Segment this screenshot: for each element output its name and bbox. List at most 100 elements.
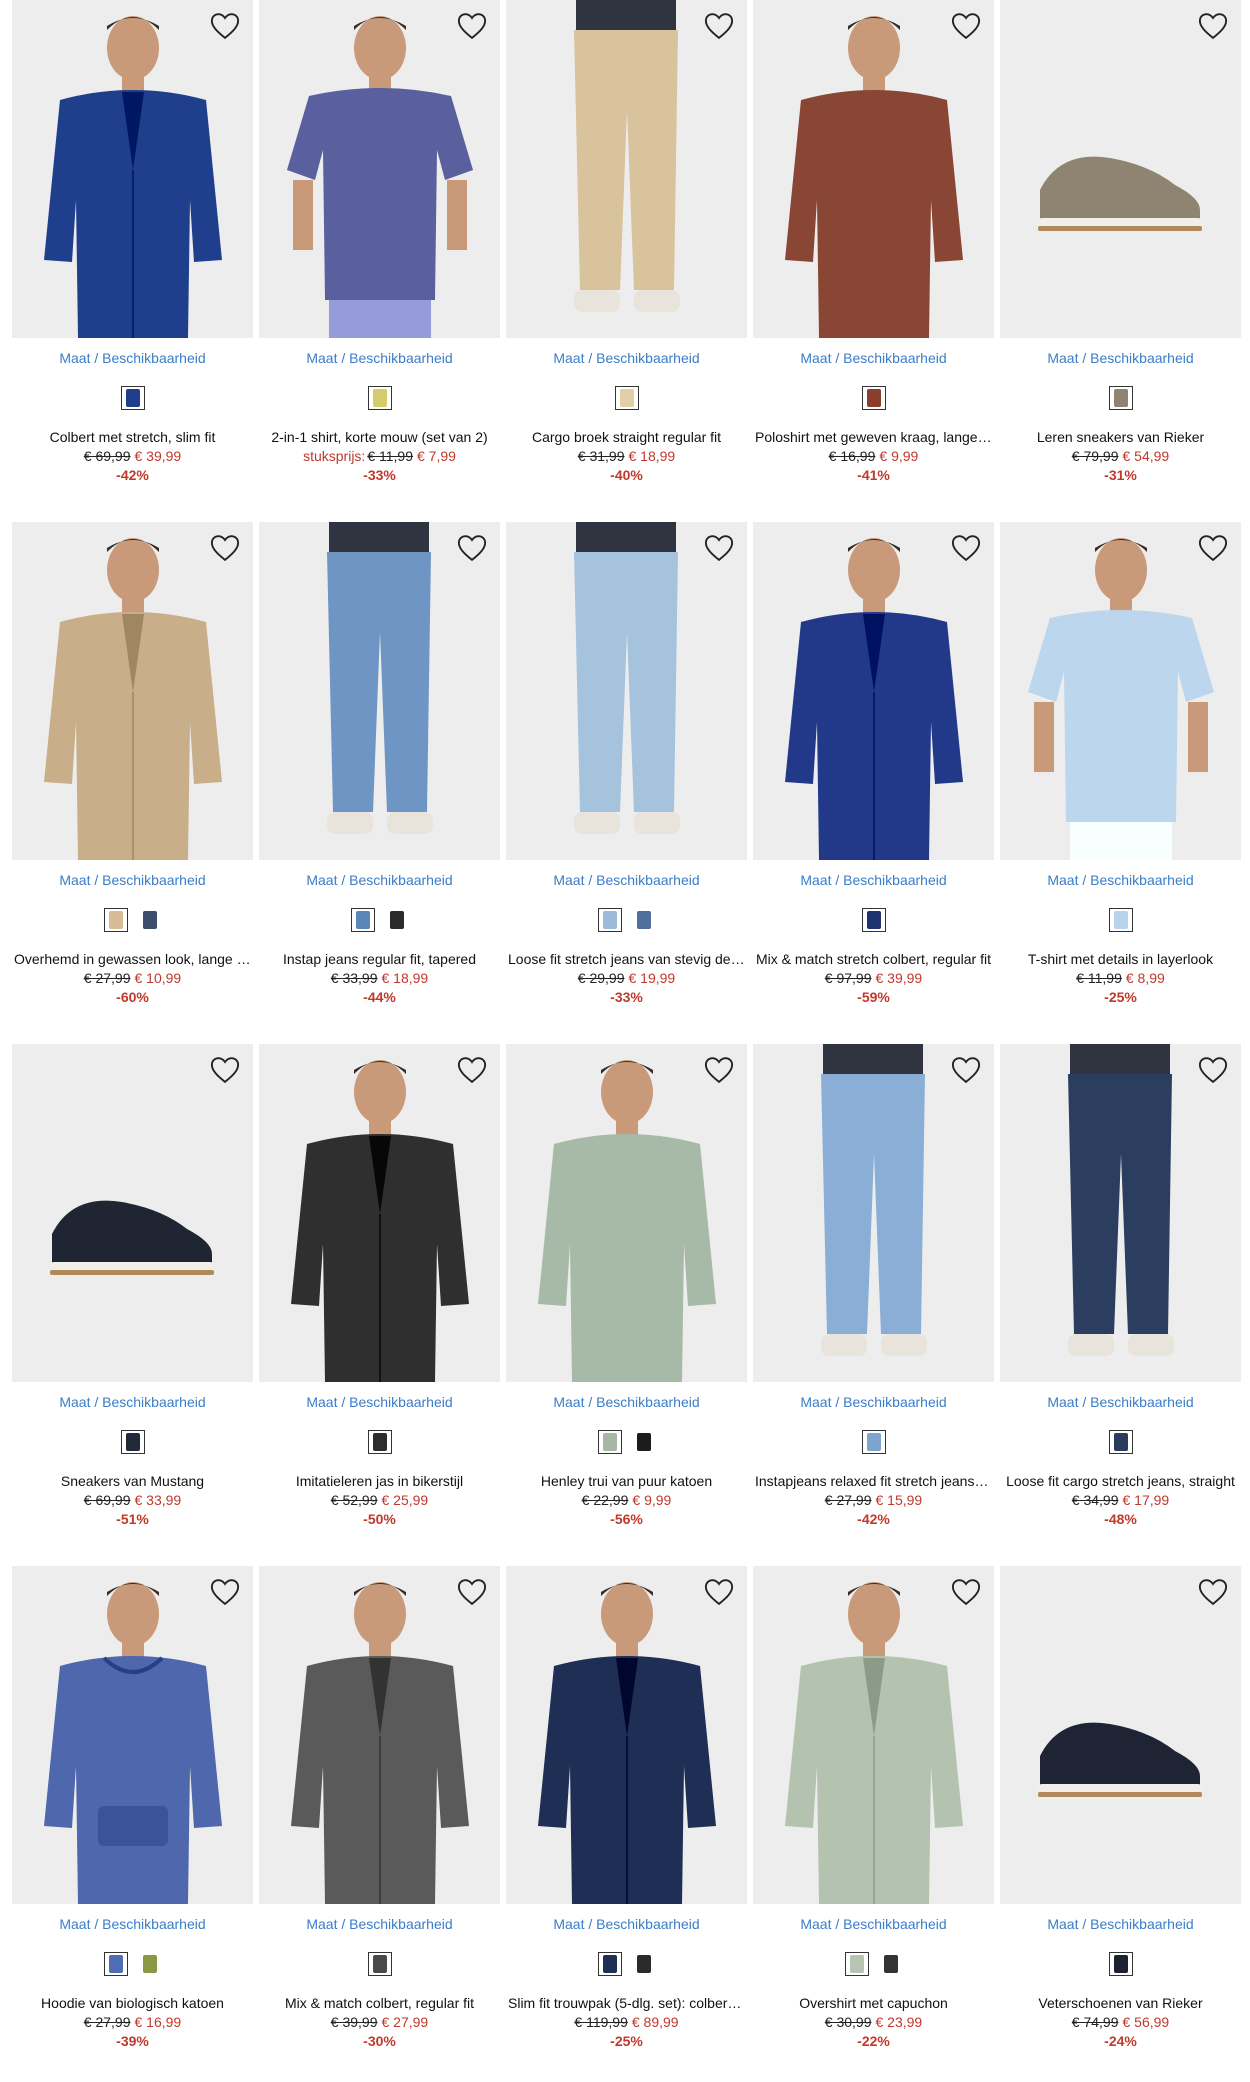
- product-title[interactable]: Colbert met stretch, slim fit: [12, 428, 253, 447]
- color-swatch[interactable]: [138, 908, 162, 932]
- size-availability-link[interactable]: Maat / Beschikbaarheid: [1000, 1394, 1241, 1412]
- product-image[interactable]: [1000, 1044, 1241, 1382]
- product-card-9[interactable]: Maat / Beschikbaarheid Mix & match stret…: [753, 522, 994, 1032]
- product-title[interactable]: Instapjeans relaxed fit stretch jeans, t…: [753, 1472, 994, 1491]
- product-card-19[interactable]: Maat / Beschikbaarheid Overshirt met cap…: [753, 1566, 994, 2076]
- product-card-14[interactable]: Maat / Beschikbaarheid Instapjeans relax…: [753, 1044, 994, 1554]
- product-card-5[interactable]: Maat / Beschikbaarheid Leren sneakers va…: [1000, 0, 1241, 510]
- wishlist-heart-icon[interactable]: [1197, 1054, 1229, 1086]
- color-swatch[interactable]: [844, 1952, 869, 1976]
- product-title[interactable]: Henley trui van puur katoen: [506, 1472, 747, 1491]
- color-swatch[interactable]: [597, 908, 622, 932]
- size-availability-link[interactable]: Maat / Beschikbaarheid: [506, 1394, 747, 1412]
- wishlist-heart-icon[interactable]: [703, 1576, 735, 1608]
- product-image[interactable]: [1000, 0, 1241, 338]
- color-swatch[interactable]: [632, 1952, 656, 1976]
- wishlist-heart-icon[interactable]: [950, 1054, 982, 1086]
- product-title[interactable]: Loose fit cargo stretch jeans, straight: [1000, 1472, 1241, 1491]
- size-availability-link[interactable]: Maat / Beschikbaarheid: [259, 872, 500, 890]
- color-swatch[interactable]: [632, 1430, 656, 1454]
- wishlist-heart-icon[interactable]: [950, 1576, 982, 1608]
- product-title[interactable]: Sneakers van Mustang: [12, 1472, 253, 1491]
- size-availability-link[interactable]: Maat / Beschikbaarheid: [753, 350, 994, 368]
- product-card-18[interactable]: Maat / Beschikbaarheid Slim fit trouwpak…: [506, 1566, 747, 2076]
- color-swatch[interactable]: [367, 386, 392, 410]
- product-title[interactable]: Mix & match stretch colbert, regular fit: [753, 950, 994, 969]
- product-card-11[interactable]: Maat / Beschikbaarheid Sneakers van Must…: [12, 1044, 253, 1554]
- product-image[interactable]: [259, 522, 500, 860]
- wishlist-heart-icon[interactable]: [950, 532, 982, 564]
- size-availability-link[interactable]: Maat / Beschikbaarheid: [506, 1916, 747, 1934]
- product-title[interactable]: 2-in-1 shirt, korte mouw (set van 2): [259, 428, 500, 447]
- product-card-8[interactable]: Maat / Beschikbaarheid Loose fit stretch…: [506, 522, 747, 1032]
- wishlist-heart-icon[interactable]: [456, 1576, 488, 1608]
- wishlist-heart-icon[interactable]: [209, 1054, 241, 1086]
- product-title[interactable]: Leren sneakers van Rieker: [1000, 428, 1241, 447]
- product-card-17[interactable]: Maat / Beschikbaarheid Mix & match colbe…: [259, 1566, 500, 2076]
- product-image[interactable]: [753, 0, 994, 338]
- size-availability-link[interactable]: Maat / Beschikbaarheid: [259, 1916, 500, 1934]
- product-image[interactable]: [259, 0, 500, 338]
- product-card-3[interactable]: Maat / Beschikbaarheid Cargo broek strai…: [506, 0, 747, 510]
- wishlist-heart-icon[interactable]: [209, 10, 241, 42]
- size-availability-link[interactable]: Maat / Beschikbaarheid: [12, 872, 253, 890]
- wishlist-heart-icon[interactable]: [1197, 1576, 1229, 1608]
- product-image[interactable]: [12, 522, 253, 860]
- product-image[interactable]: [12, 0, 253, 338]
- product-image[interactable]: [506, 0, 747, 338]
- product-title[interactable]: Mix & match colbert, regular fit: [259, 1994, 500, 2013]
- wishlist-heart-icon[interactable]: [456, 10, 488, 42]
- wishlist-heart-icon[interactable]: [703, 10, 735, 42]
- color-swatch[interactable]: [120, 1430, 145, 1454]
- wishlist-heart-icon[interactable]: [209, 532, 241, 564]
- color-swatch[interactable]: [385, 908, 409, 932]
- size-availability-link[interactable]: Maat / Beschikbaarheid: [12, 1916, 253, 1934]
- color-swatch[interactable]: [103, 1952, 128, 1976]
- color-swatch[interactable]: [632, 908, 656, 932]
- product-title[interactable]: Imitatieleren jas in bikerstijl: [259, 1472, 500, 1491]
- color-swatch[interactable]: [350, 908, 375, 932]
- product-card-7[interactable]: Maat / Beschikbaarheid Instap jeans regu…: [259, 522, 500, 1032]
- product-title[interactable]: Slim fit trouwpak (5-dlg. set): colbert,…: [506, 1994, 747, 2013]
- product-image[interactable]: [12, 1044, 253, 1382]
- product-title[interactable]: Cargo broek straight regular fit: [506, 428, 747, 447]
- product-image[interactable]: [259, 1566, 500, 1904]
- size-availability-link[interactable]: Maat / Beschikbaarheid: [753, 1394, 994, 1412]
- product-card-15[interactable]: Maat / Beschikbaarheid Loose fit cargo s…: [1000, 1044, 1241, 1554]
- color-swatch[interactable]: [120, 386, 145, 410]
- size-availability-link[interactable]: Maat / Beschikbaarheid: [753, 1916, 994, 1934]
- size-availability-link[interactable]: Maat / Beschikbaarheid: [506, 350, 747, 368]
- product-card-1[interactable]: Maat / Beschikbaarheid Colbert met stret…: [12, 0, 253, 510]
- wishlist-heart-icon[interactable]: [209, 1576, 241, 1608]
- size-availability-link[interactable]: Maat / Beschikbaarheid: [1000, 872, 1241, 890]
- product-title[interactable]: Instap jeans regular fit, tapered: [259, 950, 500, 969]
- size-availability-link[interactable]: Maat / Beschikbaarheid: [753, 872, 994, 890]
- product-card-6[interactable]: Maat / Beschikbaarheid Overhemd in gewas…: [12, 522, 253, 1032]
- wishlist-heart-icon[interactable]: [950, 10, 982, 42]
- product-image[interactable]: [259, 1044, 500, 1382]
- product-title[interactable]: Overshirt met capuchon: [753, 1994, 994, 2013]
- product-image[interactable]: [753, 1044, 994, 1382]
- product-card-13[interactable]: Maat / Beschikbaarheid Henley trui van p…: [506, 1044, 747, 1554]
- color-swatch[interactable]: [861, 1430, 886, 1454]
- product-title[interactable]: Loose fit stretch jeans van stevig denim: [506, 950, 747, 969]
- product-image[interactable]: [1000, 522, 1241, 860]
- color-swatch[interactable]: [861, 908, 886, 932]
- size-availability-link[interactable]: Maat / Beschikbaarheid: [12, 1394, 253, 1412]
- size-availability-link[interactable]: Maat / Beschikbaarheid: [1000, 1916, 1241, 1934]
- color-swatch[interactable]: [367, 1952, 392, 1976]
- color-swatch[interactable]: [138, 1952, 162, 1976]
- product-card-16[interactable]: Maat / Beschikbaarheid Hoodie van biolog…: [12, 1566, 253, 2076]
- product-image[interactable]: [506, 1044, 747, 1382]
- color-swatch[interactable]: [1108, 386, 1133, 410]
- product-title[interactable]: Hoodie van biologisch katoen: [12, 1994, 253, 2013]
- product-image[interactable]: [753, 1566, 994, 1904]
- color-swatch[interactable]: [1108, 1430, 1133, 1454]
- color-swatch[interactable]: [861, 386, 886, 410]
- color-swatch[interactable]: [597, 1952, 622, 1976]
- wishlist-heart-icon[interactable]: [1197, 532, 1229, 564]
- color-swatch[interactable]: [1108, 908, 1133, 932]
- color-swatch[interactable]: [614, 386, 639, 410]
- product-image[interactable]: [1000, 1566, 1241, 1904]
- size-availability-link[interactable]: Maat / Beschikbaarheid: [259, 350, 500, 368]
